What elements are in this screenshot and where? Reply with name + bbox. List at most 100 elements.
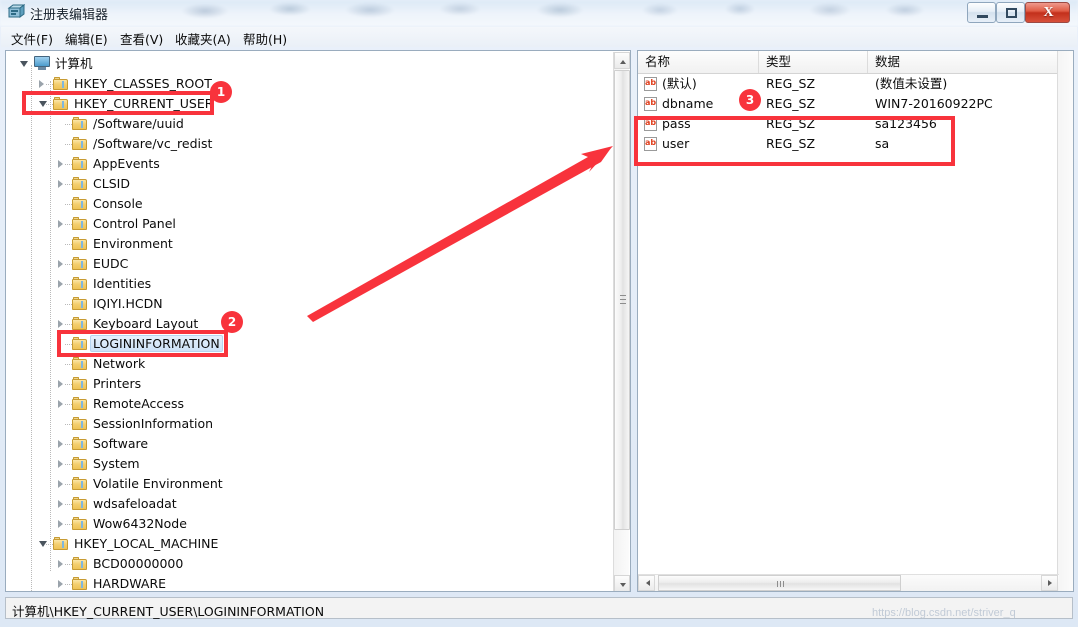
menu-item-1[interactable]: 编辑(E): [63, 29, 110, 47]
tree-node-10[interactable]: EUDC: [6, 254, 606, 274]
expand-triangle-icon[interactable]: [58, 500, 63, 508]
menu-bar: 文件(F) 编辑(E) 查看(V) 收藏夹(A) 帮助(H): [1, 27, 1077, 47]
minimize-icon: [977, 15, 988, 18]
close-icon: X: [1043, 5, 1054, 20]
tree-node-label: Console: [93, 196, 143, 211]
tree-node-19[interactable]: Software: [6, 434, 606, 454]
tree-node-26[interactable]: HARDWARE: [6, 574, 606, 591]
tree-guide-stub: [65, 304, 72, 305]
tree-node-17[interactable]: RemoteAccess: [6, 394, 606, 414]
values-scroll-left-button[interactable]: [638, 575, 655, 591]
tree-node-15[interactable]: Network: [6, 354, 606, 374]
menu-item-2[interactable]: 查看(V): [118, 29, 165, 47]
folder-icon: [72, 377, 87, 390]
tree-node-25[interactable]: BCD00000000: [6, 554, 606, 574]
maximize-button[interactable]: [996, 2, 1025, 23]
expand-triangle-icon[interactable]: [58, 160, 63, 168]
tree-node-23[interactable]: Wow6432Node: [6, 514, 606, 534]
expand-triangle-icon[interactable]: [58, 400, 63, 408]
tree-guide-stub: [65, 424, 72, 425]
tree-node-12[interactable]: IQIYI.HCDN: [6, 294, 606, 314]
column-header-0[interactable]: 名称: [638, 51, 759, 73]
tree-node-1[interactable]: HKEY_CLASSES_ROOT: [6, 74, 606, 94]
value-row-3[interactable]: ab user REG_SZ sa: [638, 134, 1073, 154]
expand-triangle-icon[interactable]: [58, 460, 63, 468]
minimize-button[interactable]: [967, 2, 996, 23]
tree-node-20[interactable]: System: [6, 454, 606, 474]
values-vertical-scrollbar[interactable]: [1057, 51, 1073, 591]
grip-line: [783, 581, 784, 587]
tree-node-16[interactable]: Printers: [6, 374, 606, 394]
tree-scroll-down-button[interactable]: [614, 575, 630, 591]
value-data: (数值未设置): [875, 76, 948, 91]
tree-node-label: /Software/uuid: [93, 116, 184, 131]
registry-values-pane[interactable]: 名称 类型 数据 ab (默认) REG_SZ (数值未设置) ab dbname REG_SZ…: [637, 50, 1074, 592]
expand-triangle-icon[interactable]: [39, 80, 44, 88]
folder-icon: [72, 237, 87, 250]
registry-tree: 计算机 HKEY_CLASSES_ROOT HKEY_CURRENT_USER/So…: [6, 51, 616, 591]
value-row-0[interactable]: ab (默认) REG_SZ (数值未设置): [638, 74, 1073, 94]
menu-item-3[interactable]: 收藏夹(A): [173, 29, 233, 47]
value-type: REG_SZ: [766, 116, 816, 131]
string-value-icon: ab: [644, 117, 658, 131]
tree-vertical-scrollbar[interactable]: [613, 52, 630, 591]
column-header-1[interactable]: 类型: [759, 51, 868, 73]
value-row-2[interactable]: ab pass REG_SZ sa123456: [638, 114, 1073, 134]
tree-scroll-up-button[interactable]: [614, 52, 630, 69]
values-horizontal-scrollbar[interactable]: [638, 574, 1059, 591]
title-bar: 注册表编辑器 X: [0, 0, 1078, 26]
tree-node-label: SessionInformation: [93, 416, 214, 431]
tree-node-14[interactable]: LOGININFORMATION: [6, 334, 606, 354]
tree-node-11[interactable]: Identities: [6, 274, 606, 294]
expand-triangle-icon[interactable]: [58, 260, 63, 268]
collapse-triangle-icon[interactable]: [20, 61, 28, 67]
tree-node-2[interactable]: HKEY_CURRENT_USER: [6, 94, 606, 114]
tree-guide-stub: [65, 164, 72, 165]
expand-triangle-icon[interactable]: [58, 520, 63, 528]
tree-guide-stub: [46, 104, 53, 105]
tree-node-label: BCD00000000: [93, 556, 184, 571]
tree-node-18[interactable]: SessionInformation: [6, 414, 606, 434]
values-scroll-thumb[interactable]: [658, 575, 901, 591]
column-header-2[interactable]: 数据: [868, 51, 1073, 73]
values-scroll-right-button[interactable]: [1041, 575, 1058, 591]
tree-node-0[interactable]: 计算机: [6, 54, 606, 74]
annotation-badge-3: 3: [739, 89, 761, 111]
tree-node-24[interactable]: HKEY_LOCAL_MACHINE: [6, 534, 606, 554]
expand-triangle-icon[interactable]: [58, 580, 63, 588]
value-type: REG_SZ: [766, 136, 816, 151]
expand-triangle-icon[interactable]: [58, 280, 63, 288]
expand-triangle-icon[interactable]: [58, 560, 63, 568]
menu-item-0[interactable]: 文件(F): [9, 29, 55, 47]
tree-node-21[interactable]: Volatile Environment: [6, 474, 606, 494]
tree-node-5[interactable]: AppEvents: [6, 154, 606, 174]
expand-triangle-icon[interactable]: [58, 440, 63, 448]
tree-node-6[interactable]: CLSID: [6, 174, 606, 194]
close-button[interactable]: X: [1025, 2, 1070, 23]
value-row-1[interactable]: ab dbname REG_SZ WIN7-20160922PC: [638, 94, 1073, 114]
expand-triangle-icon[interactable]: [58, 320, 63, 328]
expand-triangle-icon[interactable]: [58, 220, 63, 228]
status-path: 计算机\HKEY_CURRENT_USER\LOGININFORMATION: [12, 604, 325, 619]
expand-triangle-icon[interactable]: [58, 380, 63, 388]
tree-guide-stub: [65, 384, 72, 385]
tree-node-4[interactable]: /Software/vc_redist: [6, 134, 606, 154]
tree-node-22[interactable]: wdsafeloadat: [6, 494, 606, 514]
tree-node-8[interactable]: Control Panel: [6, 214, 606, 234]
tree-node-7[interactable]: Console: [6, 194, 606, 214]
tree-node-label: HKEY_CURRENT_USER: [74, 96, 214, 111]
tree-node-13[interactable]: Keyboard Layout: [6, 314, 606, 334]
tree-guide-stub: [65, 264, 72, 265]
window-title: 注册表编辑器: [30, 8, 109, 23]
chevron-left-icon: [646, 580, 650, 586]
tree-guide-stub: [65, 504, 72, 505]
tree-scroll-thumb[interactable]: [614, 70, 630, 530]
expand-triangle-icon[interactable]: [58, 480, 63, 488]
expand-triangle-icon[interactable]: [58, 180, 63, 188]
tree-guide-stub: [65, 224, 72, 225]
registry-tree-pane[interactable]: 计算机 HKEY_CLASSES_ROOT HKEY_CURRENT_USER/So…: [5, 50, 631, 592]
tree-node-9[interactable]: Environment: [6, 234, 606, 254]
tree-node-3[interactable]: /Software/uuid: [6, 114, 606, 134]
tree-node-label: Wow6432Node: [93, 516, 187, 531]
menu-item-4[interactable]: 帮助(H): [241, 29, 289, 47]
